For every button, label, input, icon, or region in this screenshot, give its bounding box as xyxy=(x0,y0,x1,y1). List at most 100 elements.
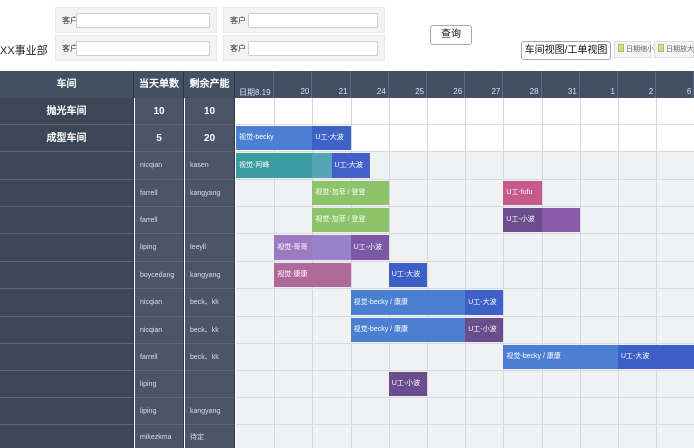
grid-line xyxy=(465,398,467,424)
grid-line xyxy=(618,398,619,424)
gantt-row: 抛光车间 10 10 xyxy=(0,98,694,125)
grid-line xyxy=(312,398,314,424)
header-remaining-capacity: 剩余产能 xyxy=(185,71,235,98)
task-bar[interactable]: U工-小波 xyxy=(503,208,542,232)
task-bar[interactable]: 视觉-加菲 / 登登 xyxy=(312,208,389,232)
grid-line xyxy=(579,371,581,397)
zoom-out-button[interactable]: 日期缩小 xyxy=(614,41,654,58)
grid-line xyxy=(274,289,276,316)
grid-line xyxy=(388,98,390,124)
workshop-cell[interactable]: 成型车间 xyxy=(0,125,134,152)
date-header-1: 20 xyxy=(274,71,313,98)
assignee-cell xyxy=(185,371,235,398)
grid-line xyxy=(465,371,467,397)
task-bar[interactable]: 视觉-康康 xyxy=(274,263,351,287)
task-bar[interactable]: U工-大波 xyxy=(312,126,351,150)
daily-orders-cell: 5 xyxy=(135,125,184,152)
task-bar[interactable]: 视觉-哥哥 xyxy=(274,235,313,260)
workshop-cell[interactable] xyxy=(0,234,134,262)
grid-line xyxy=(579,98,581,124)
grid-line xyxy=(579,289,581,316)
task-bar[interactable]: U工-小波 xyxy=(350,235,389,260)
owner-cell: nicqian xyxy=(135,317,184,344)
workshop-cell[interactable] xyxy=(0,152,134,180)
grid-line xyxy=(350,425,352,448)
task-bar[interactable]: 视觉-becky / 康康 xyxy=(350,290,466,315)
grid-line xyxy=(656,152,658,179)
timeline-track xyxy=(236,180,694,207)
workshop-cell[interactable] xyxy=(0,425,134,448)
grid-line xyxy=(465,207,467,233)
grid-line xyxy=(579,180,581,206)
grid-line xyxy=(465,262,467,288)
grid-line xyxy=(541,180,543,206)
task-bar[interactable]: 视觉-becky / 康康 xyxy=(503,345,618,369)
gantt-row: nicqian beck、kk xyxy=(0,317,694,344)
task-bar[interactable]: U工-大波 xyxy=(388,263,427,287)
grid-line xyxy=(274,98,276,124)
query-button[interactable]: 查询 xyxy=(430,25,472,45)
assignee-cell: kangyang xyxy=(185,180,235,207)
view-toggle-button[interactable]: 车间视图/工单视图 xyxy=(521,41,611,60)
owner-cell: farrell xyxy=(135,344,184,371)
task-bar[interactable]: U工-大波 xyxy=(465,290,504,315)
grid-line xyxy=(579,152,581,179)
grid-line xyxy=(579,262,581,288)
header-workshop: 车间 xyxy=(0,71,134,98)
task-bar[interactable] xyxy=(312,235,351,260)
date-header-6: 27 xyxy=(465,71,504,98)
grid-line xyxy=(618,289,619,316)
workshop-cell[interactable] xyxy=(0,371,134,398)
grid-line xyxy=(350,344,352,370)
task-bar[interactable]: 视觉-加菲 / 登登 xyxy=(312,181,389,205)
grid-line xyxy=(656,289,658,316)
grid-line xyxy=(541,98,543,124)
customer-filter-4: 客户 xyxy=(223,35,385,61)
grid-line xyxy=(541,425,543,448)
date-header-2: 21 xyxy=(312,71,351,98)
owner-cell: farrell xyxy=(135,207,184,234)
zoom-in-label: 日期放大 xyxy=(666,46,694,53)
workshop-cell[interactable] xyxy=(0,207,134,234)
grid-line xyxy=(427,98,428,124)
task-bar[interactable]: 视觉-阿峰 xyxy=(236,153,313,178)
grid-line xyxy=(312,289,314,316)
customer-input[interactable] xyxy=(76,41,210,56)
timeline-track xyxy=(236,425,694,448)
task-bar[interactable]: U工-大波 xyxy=(331,153,370,178)
task-bar[interactable]: U工-fufu xyxy=(503,181,542,205)
grid-line xyxy=(427,344,428,370)
timeline-track xyxy=(236,398,694,425)
grid-line xyxy=(503,125,505,151)
grid-line xyxy=(618,317,619,343)
task-bar[interactable]: 视觉-becky / 康康 xyxy=(350,318,466,342)
grid-line xyxy=(579,317,581,343)
workshop-cell[interactable] xyxy=(0,180,134,207)
workshop-cell[interactable] xyxy=(0,398,134,425)
capacity-cell: 10 xyxy=(185,98,235,125)
workshop-cell[interactable] xyxy=(0,289,134,317)
grid-line xyxy=(541,262,543,288)
task-bar[interactable] xyxy=(541,208,580,232)
task-bar[interactable]: 视觉-becky xyxy=(236,126,313,150)
timeline-track xyxy=(236,371,694,398)
customer-input[interactable] xyxy=(76,13,210,28)
grid-line xyxy=(579,125,581,151)
workshop-cell[interactable] xyxy=(0,344,134,371)
task-bar[interactable]: U工-大波 xyxy=(618,345,694,369)
grid-line xyxy=(618,425,619,448)
grid-line xyxy=(656,98,658,124)
grid-line xyxy=(656,262,658,288)
customer-input[interactable] xyxy=(248,41,378,56)
grid-line xyxy=(656,317,658,343)
workshop-cell[interactable]: 抛光车间 xyxy=(0,98,134,125)
task-bar[interactable]: U工-小波 xyxy=(388,372,427,396)
workshop-cell[interactable] xyxy=(0,262,134,289)
customer-filter-3: 客户 xyxy=(55,35,217,61)
customer-input[interactable] xyxy=(248,13,378,28)
grid-line xyxy=(427,262,428,288)
workshop-cell[interactable] xyxy=(0,317,134,344)
grid-line xyxy=(388,125,390,151)
zoom-in-button[interactable]: 日期放大 xyxy=(654,41,694,58)
task-bar[interactable]: U工-小波 xyxy=(465,318,504,342)
